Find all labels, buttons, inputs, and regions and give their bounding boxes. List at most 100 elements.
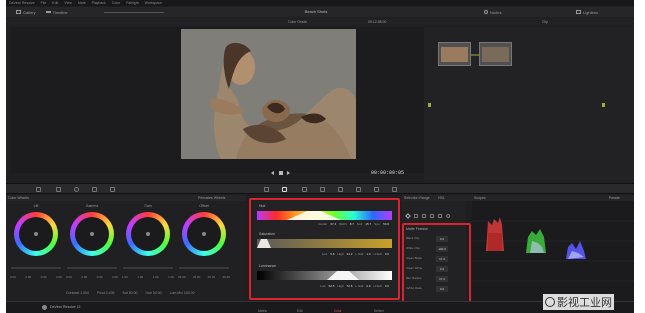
stop-icon[interactable] bbox=[279, 171, 283, 175]
wheel-label: Gamma bbox=[85, 204, 99, 208]
wheel-center-dot[interactable] bbox=[34, 232, 38, 236]
viewer-frame[interactable] bbox=[181, 29, 356, 159]
menu-fairlight[interactable]: Fairlight bbox=[126, 1, 138, 5]
lum-mix-field[interactable]: Lum Mix 100.00 bbox=[170, 291, 195, 297]
viewer-mode[interactable]: Color Grade bbox=[288, 20, 307, 24]
menu-file[interactable]: File bbox=[41, 1, 47, 5]
menu-playback[interactable]: Playback bbox=[92, 1, 106, 5]
watermark-logo-icon bbox=[545, 297, 555, 307]
sizing-icon[interactable] bbox=[374, 187, 379, 192]
node-editor[interactable] bbox=[424, 27, 634, 182]
picker-plus-icon[interactable] bbox=[422, 214, 426, 218]
picker-minus-icon[interactable] bbox=[414, 214, 418, 218]
gain-master-slider[interactable] bbox=[123, 267, 173, 269]
page-tab-color[interactable]: Color bbox=[334, 309, 342, 313]
play-reverse-icon[interactable] bbox=[271, 171, 274, 175]
offset-wheel[interactable]: Offset 25.00 25.00 25.00 25.00 bbox=[176, 204, 232, 299]
saturation-selection-marker[interactable] bbox=[257, 239, 392, 248]
lift-master-slider[interactable] bbox=[11, 267, 61, 269]
menu-color[interactable]: Color bbox=[112, 1, 120, 5]
window-icon[interactable] bbox=[302, 187, 307, 192]
luminance-range-bar[interactable] bbox=[257, 271, 392, 280]
feather-minus-icon[interactable] bbox=[430, 214, 434, 218]
page-tab-edit[interactable]: Edit bbox=[297, 309, 303, 313]
key-icon[interactable] bbox=[356, 187, 361, 192]
transport-controls: 00:00:09:05 bbox=[181, 169, 426, 179]
gamma-color-ring[interactable] bbox=[70, 212, 114, 256]
motion-effects-icon[interactable] bbox=[110, 187, 115, 192]
clean-black-value[interactable]: 17.2 bbox=[436, 256, 448, 262]
saturation-range-bar[interactable] bbox=[257, 239, 392, 248]
curves-icon[interactable] bbox=[264, 187, 269, 192]
wheel-label: Offset bbox=[199, 204, 209, 208]
clean-white-row: Clean White 0.0 bbox=[406, 266, 466, 273]
wheel-center-dot[interactable] bbox=[90, 232, 94, 236]
gallery-button[interactable]: Gallery bbox=[16, 10, 36, 15]
clean-black-row: Clean Black 17.2 bbox=[406, 256, 466, 263]
matte-finesse-title: Matte Finesse bbox=[406, 227, 428, 231]
in-out-ratio-row: In/Out Ratio 0.0 bbox=[406, 286, 466, 293]
zoom-slider[interactable] bbox=[104, 12, 164, 13]
color-wheels-panel: Lift 0.00 0.00 0.00 0.00 Gamma 0.00 0.00 0.00… bbox=[6, 201, 246, 301]
clean-white-value[interactable]: 0.0 bbox=[436, 266, 448, 272]
menu-workspace[interactable]: Workspace bbox=[145, 1, 162, 5]
nodes-button[interactable]: Nodes bbox=[484, 10, 502, 15]
blur-radius-value[interactable]: 17.2 bbox=[436, 276, 448, 282]
wheel-center-dot[interactable] bbox=[146, 232, 150, 236]
in-out-ratio-value[interactable]: 0.0 bbox=[436, 286, 448, 292]
pivot-field[interactable]: Pivot 0.435 bbox=[97, 291, 115, 297]
saturation-section-title: Saturation bbox=[259, 232, 275, 236]
gamma-master-slider[interactable] bbox=[67, 267, 117, 269]
menu-view[interactable]: View bbox=[64, 1, 72, 5]
page-tab-media[interactable]: Media bbox=[258, 309, 267, 313]
offset-master-slider[interactable] bbox=[179, 267, 229, 269]
menu-app[interactable]: DaVinci Resolve bbox=[9, 1, 35, 5]
white-clip-row: White Clip 100.0 bbox=[406, 246, 466, 253]
gallery-icon bbox=[16, 10, 21, 14]
lightbox-button[interactable]: Lightbox bbox=[576, 10, 598, 15]
sat-field[interactable]: Sat 50.00 bbox=[122, 291, 137, 297]
lightbox-icon bbox=[576, 10, 581, 14]
blur-icon[interactable] bbox=[338, 187, 343, 192]
node-connections bbox=[428, 54, 605, 107]
parade-waveform bbox=[472, 217, 634, 282]
app-footer-name: DaVinci Resolve 12 bbox=[50, 305, 81, 309]
feather-plus-icon[interactable] bbox=[438, 214, 442, 218]
gamma-values: 0.00 0.00 0.00 0.00 bbox=[66, 275, 118, 279]
invert-icon[interactable] bbox=[446, 214, 450, 218]
gain-wheel[interactable]: Gain 1.00 1.00 1.00 1.00 bbox=[120, 204, 176, 299]
hue-range-bar[interactable] bbox=[257, 211, 392, 220]
wheel-center-dot[interactable] bbox=[202, 232, 206, 236]
clip-label[interactable]: Clip bbox=[542, 20, 548, 24]
tracker-icon[interactable] bbox=[320, 187, 325, 192]
color-wheels-icon[interactable] bbox=[74, 187, 79, 192]
black-clip-value[interactable]: 0.0 bbox=[436, 236, 448, 242]
menu-mark[interactable]: Mark bbox=[78, 1, 86, 5]
lift-color-ring[interactable] bbox=[14, 212, 58, 256]
hue-field[interactable]: Hue 50.00 bbox=[145, 291, 161, 297]
gain-color-ring[interactable] bbox=[126, 212, 170, 256]
rgb-mixer-icon[interactable] bbox=[92, 187, 97, 192]
3d-icon[interactable] bbox=[392, 187, 397, 192]
hue-selection-marker[interactable] bbox=[257, 211, 392, 220]
luminance-selection-marker[interactable] bbox=[257, 271, 392, 280]
timeline-icon bbox=[45, 11, 51, 13]
timeline-button[interactable]: Timeline bbox=[45, 10, 68, 15]
frame-image bbox=[181, 29, 356, 159]
wheel-label: Lift bbox=[33, 204, 39, 208]
page-tab-deliver[interactable]: Deliver bbox=[374, 309, 384, 313]
camera-raw-icon[interactable] bbox=[36, 187, 41, 192]
contrast-field[interactable]: Contrast 1.000 bbox=[66, 291, 89, 297]
lift-wheel[interactable]: Lift 0.00 0.00 0.00 0.00 bbox=[8, 204, 64, 299]
white-clip-value[interactable]: 100.0 bbox=[436, 246, 448, 252]
offset-color-ring[interactable] bbox=[182, 212, 226, 256]
color-match-icon[interactable] bbox=[56, 187, 61, 192]
gamma-wheel[interactable]: Gamma 0.00 0.00 0.00 0.00 bbox=[64, 204, 120, 299]
qualifier-icon[interactable] bbox=[282, 187, 287, 192]
menu-edit[interactable]: Edit bbox=[52, 1, 58, 5]
hue-values: Center 37.4 Width 8.7 Soft 15.7 Sym 50.0 bbox=[318, 222, 389, 226]
play-icon[interactable] bbox=[287, 171, 290, 175]
luminance-values: Low 62.5 High 72.6 L.Soft 2.9 H.Soft 3.0 bbox=[320, 284, 389, 288]
offset-values: 25.00 25.00 25.00 25.00 bbox=[178, 275, 230, 279]
picker-icon[interactable] bbox=[405, 213, 411, 219]
